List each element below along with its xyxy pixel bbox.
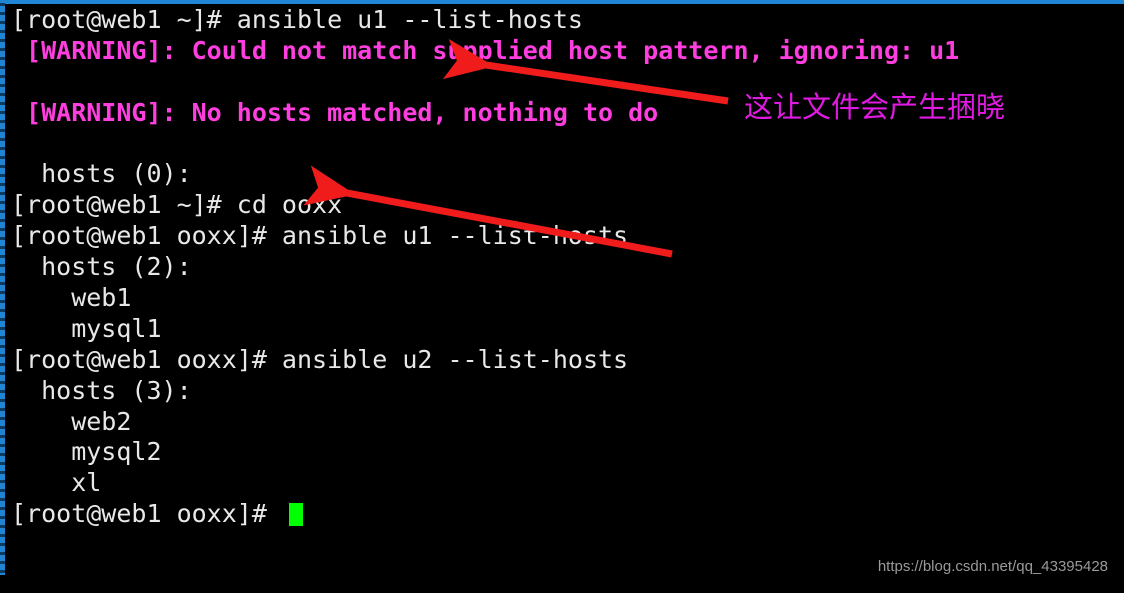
terminal-cursor bbox=[288, 503, 303, 527]
chinese-annotation-note: 这让文件会产生捆晓 bbox=[744, 90, 1006, 124]
terminal-line: xl bbox=[11, 468, 102, 498]
terminal-line: [root@web1 ~]# ansible u1 --list-hosts bbox=[11, 5, 583, 34]
window-left-border bbox=[0, 3, 5, 575]
terminal-line: hosts (3): bbox=[11, 375, 192, 405]
terminal-line: mysql1 bbox=[11, 313, 162, 343]
terminal-line: hosts (2): bbox=[11, 252, 192, 282]
terminal-line: mysql2 bbox=[11, 437, 162, 467]
terminal-line: [root@web1 ooxx]# ansible u2 --list-host… bbox=[11, 344, 629, 374]
terminal-line: [root@web1 ~]# cd ooxx bbox=[11, 190, 343, 220]
terminal-line: web1 bbox=[11, 283, 132, 313]
terminal-window: [root@web1 ~]# ansible u1 --list-hosts [… bbox=[0, 0, 1124, 593]
terminal-line: hosts (0): bbox=[11, 159, 192, 189]
terminal-line: [root@web1 ooxx]# ansible u1 --list-host… bbox=[11, 221, 629, 251]
terminal-line: [root@web1 ooxx]# bbox=[11, 499, 1111, 530]
window-top-border bbox=[0, 0, 1124, 4]
terminal-output[interactable]: [root@web1 ~]# ansible u1 --list-hosts [… bbox=[11, 5, 1111, 530]
terminal-line: web2 bbox=[11, 406, 132, 436]
terminal-line: [WARNING]: Could not match supplied host… bbox=[11, 35, 960, 65]
watermark-url: https://blog.csdn.net/qq_43395428 bbox=[877, 558, 1108, 575]
